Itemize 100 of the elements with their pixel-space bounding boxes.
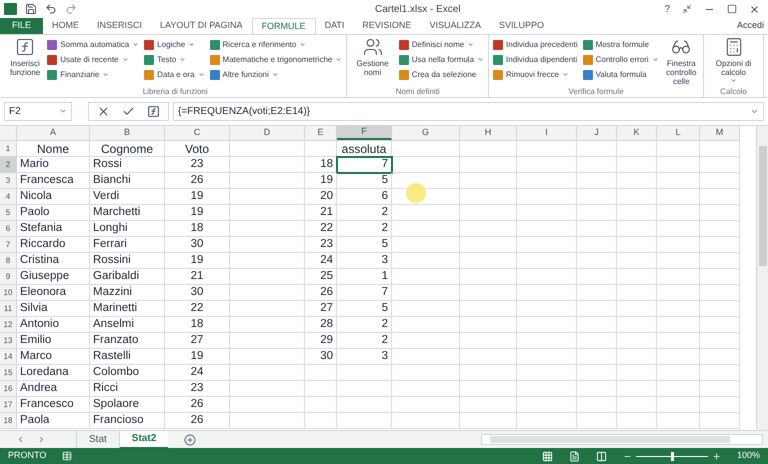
column-header[interactable]: M: [700, 126, 740, 140]
row-header[interactable]: 2: [0, 157, 17, 173]
ribbon-large-button[interactable]: Gestione nomi: [351, 37, 394, 86]
column-header[interactable]: C: [165, 126, 230, 140]
table-cell: 30: [165, 285, 230, 301]
ribbon-button[interactable]: Valuta formula: [582, 67, 659, 82]
row-header[interactable]: 9: [0, 269, 17, 285]
table-cell: 2: [337, 317, 392, 333]
ribbon-tab[interactable]: FORMULE: [252, 18, 316, 34]
formula-field[interactable]: {=FREQUENZA(voti;E2:E14)}: [173, 102, 764, 120]
enter-icon[interactable]: [122, 104, 135, 118]
ribbon-tab[interactable]: VISUALIZZA: [420, 18, 490, 34]
ribbon-display-icon[interactable]: [682, 4, 692, 14]
table-cell: [517, 285, 577, 301]
ribbon-button[interactable]: Testo: [144, 52, 205, 67]
ribbon-button[interactable]: Definisci nome: [398, 37, 484, 52]
table-cell: 26: [165, 173, 230, 189]
row-header[interactable]: 6: [0, 221, 17, 237]
dropdown-icon[interactable]: [59, 107, 67, 115]
ribbon-button[interactable]: Individua precedenti: [493, 37, 578, 52]
maximize-icon[interactable]: [727, 4, 737, 14]
vertical-scrollbar[interactable]: [756, 126, 768, 430]
row-header[interactable]: 7: [0, 237, 17, 253]
scroll-left-icon[interactable]: [16, 435, 25, 444]
row-header[interactable]: 11: [0, 301, 17, 317]
row-header[interactable]: 8: [0, 253, 17, 269]
zoom-level[interactable]: 100%: [736, 449, 760, 463]
column-header[interactable]: D: [230, 126, 305, 140]
ribbon-button[interactable]: Logiche: [144, 37, 205, 52]
row-header[interactable]: 4: [0, 189, 17, 205]
ribbon-large-button[interactable]: Finestra controllo celle: [664, 37, 700, 86]
ribbon-tab[interactable]: DATI: [316, 18, 354, 34]
table-cell: Cognome: [90, 141, 165, 157]
column-header[interactable]: H: [460, 126, 517, 140]
row-header[interactable]: 13: [0, 333, 17, 349]
table-cell: [392, 253, 460, 269]
ribbon-button[interactable]: Rimuovi frecce: [493, 67, 578, 82]
save-icon[interactable]: [25, 3, 37, 15]
column-header[interactable]: A: [17, 126, 90, 140]
row-header[interactable]: 17: [0, 397, 17, 413]
page-layout-icon[interactable]: [568, 450, 580, 462]
ribbon-tab[interactable]: LAYOUT DI PAGINA: [151, 18, 252, 34]
ribbon-button[interactable]: Usate di recente: [47, 52, 140, 67]
row-header[interactable]: 14: [0, 349, 17, 365]
row-header[interactable]: 10: [0, 285, 17, 301]
ribbon-button[interactable]: Matematiche e trigonometriche: [210, 52, 342, 67]
row-header[interactable]: 5: [0, 205, 17, 221]
row-header[interactable]: 1: [0, 141, 17, 157]
ribbon-button[interactable]: Somma automatica: [47, 37, 140, 52]
ribbon-tab[interactable]: INSERISCI: [88, 18, 152, 34]
ribbon-button[interactable]: Usa nella formula: [398, 52, 484, 67]
ribbon-large-button[interactable]: Inserisci funzione: [8, 37, 42, 86]
redo-icon[interactable]: [65, 3, 77, 15]
horizontal-scrollbar[interactable]: [481, 434, 763, 445]
row-header[interactable]: 18: [0, 413, 17, 429]
column-header[interactable]: G: [392, 126, 460, 140]
table-cell: assoluta: [337, 141, 392, 157]
column-header[interactable]: L: [657, 126, 700, 140]
sign-in-link[interactable]: Accedi: [736, 19, 768, 33]
ribbon-button[interactable]: Crea da selezione: [398, 67, 484, 82]
ribbon-button[interactable]: Finanziarie: [47, 67, 140, 82]
help-button[interactable]: ?: [664, 2, 670, 16]
ribbon-button[interactable]: Individua dipendenti: [493, 52, 578, 67]
ribbon-button[interactable]: Data e ora: [144, 67, 205, 82]
column-header[interactable]: F: [337, 126, 392, 140]
table-cell: [517, 365, 577, 381]
cancel-icon[interactable]: [97, 104, 110, 118]
ribbon-button[interactable]: Ricerca e riferimento: [210, 37, 342, 52]
column-header[interactable]: I: [517, 126, 577, 140]
table-cell: 2: [337, 221, 392, 237]
ribbon-tab[interactable]: HOME: [43, 18, 88, 34]
ribbon-button[interactable]: Altre funzioni: [210, 67, 342, 82]
ribbon-button[interactable]: Controllo errori: [582, 52, 659, 67]
undo-icon[interactable]: [45, 3, 57, 15]
table-cell: Eleonora: [17, 285, 90, 301]
scroll-right-icon[interactable]: [37, 435, 46, 444]
row-header[interactable]: 16: [0, 381, 17, 397]
insert-function-icon[interactable]: [147, 104, 160, 118]
row-header[interactable]: 15: [0, 365, 17, 381]
row-header[interactable]: 12: [0, 317, 17, 333]
name-box[interactable]: F2: [4, 102, 72, 120]
file-tab[interactable]: FILE: [0, 18, 44, 34]
table-cell: [657, 365, 700, 381]
caret-icon: [198, 71, 205, 78]
column-header[interactable]: J: [577, 126, 617, 140]
normal-view-icon[interactable]: [542, 450, 553, 462]
zoom-in-icon[interactable]: [712, 452, 721, 460]
column-header[interactable]: K: [617, 126, 657, 140]
close-icon[interactable]: [749, 4, 760, 14]
new-sheet-icon[interactable]: [184, 434, 196, 446]
table-cell: [460, 221, 517, 237]
ribbon-tab[interactable]: SVILUPPO: [490, 18, 553, 34]
ribbon-button[interactable]: Mostra formule: [582, 37, 659, 52]
table-cell: [517, 349, 577, 365]
ribbon-tab[interactable]: REVISIONE: [353, 18, 420, 34]
sheet-tab[interactable]: Stat2: [118, 430, 168, 448]
ribbon-large-button[interactable]: Opzioni di calcolo: [708, 37, 759, 86]
page-break-icon[interactable]: [596, 450, 607, 462]
row-header[interactable]: 3: [0, 173, 17, 189]
column-header[interactable]: B: [90, 126, 165, 140]
